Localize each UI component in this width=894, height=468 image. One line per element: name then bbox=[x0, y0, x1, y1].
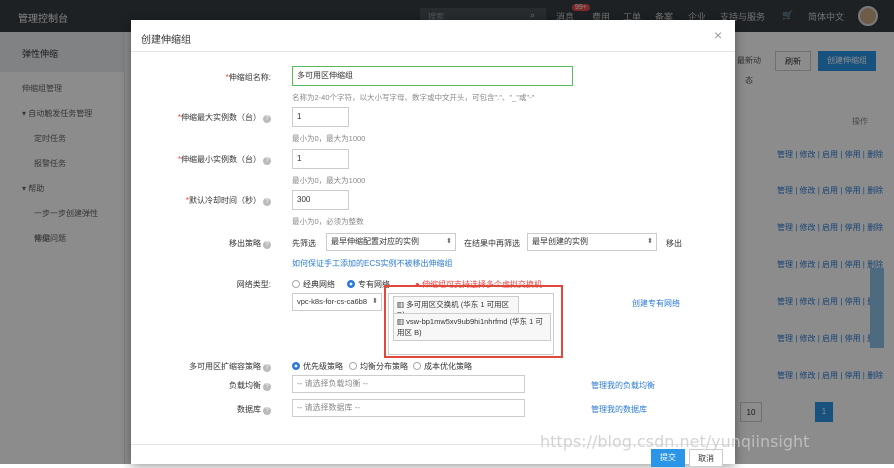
multi-az-label: 多可用区扩缩容策略? bbox=[131, 361, 271, 372]
slb-select[interactable]: -- 请选择负载均衡 -- bbox=[292, 375, 525, 393]
network-label: 网络类型: bbox=[236, 280, 271, 289]
help-icon: ? bbox=[263, 241, 271, 249]
help-icon: ? bbox=[263, 115, 271, 123]
help-icon: ? bbox=[263, 407, 271, 415]
manage-db-link[interactable]: 管理我的数据库 bbox=[591, 404, 647, 415]
radio-icon bbox=[292, 362, 300, 370]
min-label: *伸缩最小实例数（台）? bbox=[131, 154, 271, 165]
min-input[interactable]: 1 bbox=[292, 149, 349, 169]
removal-middle: 在结果中再筛选 bbox=[464, 239, 520, 248]
max-input[interactable]: 1 bbox=[292, 107, 349, 127]
db-label: 数据库? bbox=[131, 404, 271, 415]
cooldown-input[interactable]: 300 bbox=[292, 190, 349, 210]
create-group-dialog: 创建伸缩组 × *伸缩组名称: 多可用区伸缩组 名称为2-40个字符，以大小写字… bbox=[131, 20, 735, 467]
radio-cost[interactable]: 成本优化策略 bbox=[413, 361, 472, 372]
removal-prefix: 先筛选 bbox=[292, 239, 316, 248]
help-icon: ? bbox=[263, 157, 271, 165]
updown-icon: ⬍ bbox=[446, 238, 452, 245]
max-label: *伸缩最大实例数（台）? bbox=[131, 112, 271, 123]
select-value: vpc-k8s-for-cs-ca6b8 bbox=[297, 297, 368, 306]
updown-icon: ⬍ bbox=[372, 298, 378, 305]
dialog-title: 创建伸缩组 bbox=[141, 35, 191, 46]
cancel-button[interactable]: 取消 bbox=[689, 449, 723, 467]
updown-icon: ⬍ bbox=[647, 238, 653, 245]
removal-first-select[interactable]: 最早伸缩配置对应的实例 ⬍ bbox=[326, 233, 456, 251]
create-vpc-link[interactable]: 创建专有网络 bbox=[632, 298, 680, 309]
radio-balanced[interactable]: 均衡分布策略 bbox=[349, 361, 408, 372]
radio-icon bbox=[413, 362, 421, 370]
watermark: https://blog.csdn.net/yunqiinsight bbox=[540, 432, 810, 451]
radio-priority[interactable]: 优先级策略 bbox=[292, 361, 343, 372]
removal-label: 移出策略? bbox=[131, 238, 271, 249]
name-label: *伸缩组名称: bbox=[225, 73, 271, 82]
highlight-annotation bbox=[384, 285, 563, 358]
max-hint: 最小为0，最大为1000 bbox=[292, 134, 366, 143]
radio-icon bbox=[292, 280, 300, 288]
help-icon: ? bbox=[263, 383, 271, 391]
removal-suffix: 移出 bbox=[666, 239, 682, 248]
name-input[interactable]: 多可用区伸缩组 bbox=[292, 66, 573, 86]
select-value: 最早伸缩配置对应的实例 bbox=[331, 237, 419, 246]
slb-label: 负载均衡? bbox=[131, 380, 271, 391]
radio-icon bbox=[347, 280, 355, 288]
cooldown-label: *默认冷却时间（秒）? bbox=[131, 195, 271, 206]
vpc-select[interactable]: vpc-k8s-for-cs-ca6b8 ⬍ bbox=[292, 293, 382, 311]
help-icon: ? bbox=[263, 364, 271, 372]
submit-button[interactable]: 提交 bbox=[651, 449, 685, 467]
divider bbox=[131, 51, 735, 52]
removal-second-select[interactable]: 最早创建的实例 ⬍ bbox=[527, 233, 657, 251]
help-icon: ? bbox=[263, 198, 271, 206]
radio-icon bbox=[349, 362, 357, 370]
min-hint: 最小为0，最大为1000 bbox=[292, 176, 366, 185]
close-icon[interactable]: × bbox=[714, 27, 722, 43]
manage-slb-link[interactable]: 管理我的负载均衡 bbox=[591, 380, 655, 391]
removal-help-link[interactable]: 如何保证手工添加的ECS实例不被移出伸缩组 bbox=[292, 258, 452, 269]
radio-classic[interactable]: 经典网络 bbox=[292, 279, 335, 290]
cooldown-hint: 最小为0，必须为整数 bbox=[292, 217, 364, 226]
db-select[interactable]: -- 请选择数据库 -- bbox=[292, 399, 525, 417]
select-value: 最早创建的实例 bbox=[532, 237, 588, 246]
name-hint: 名称为2-40个字符，以大小写字母、数字或中文开头，可包含"."、"_"或"-" bbox=[292, 93, 535, 102]
